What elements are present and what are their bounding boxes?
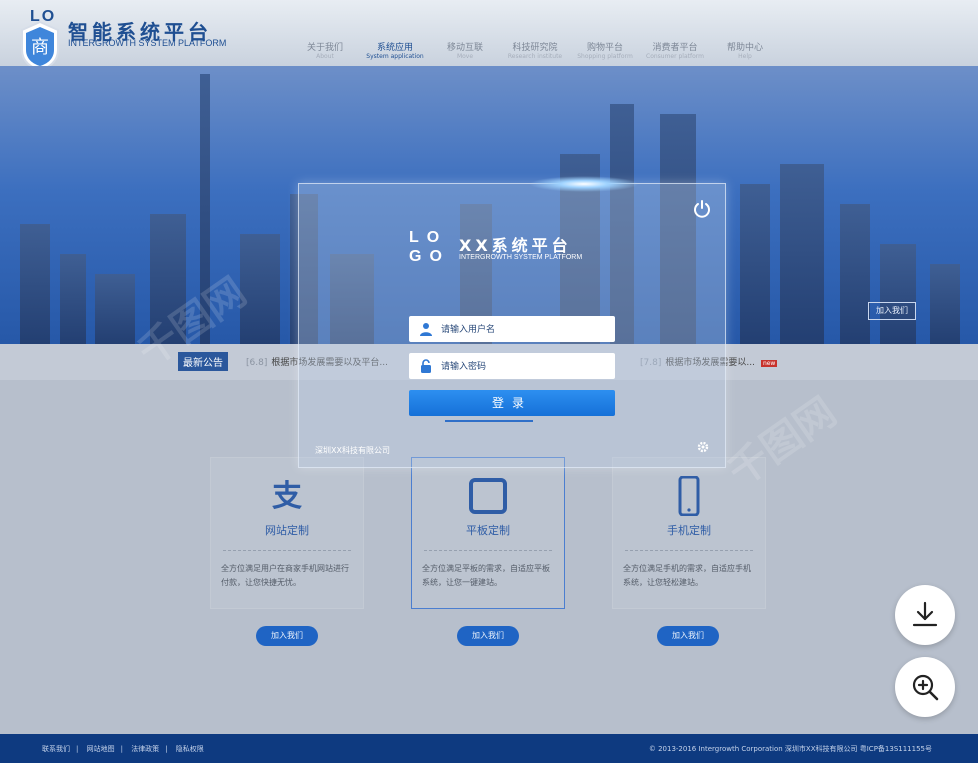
nav-label: 系统应用 <box>376 43 413 53</box>
user-icon <box>420 323 432 336</box>
card-title: 平板定制 <box>466 524 510 537</box>
nav-label: 购物平台 <box>586 43 623 53</box>
card-title: 网站定制 <box>265 524 309 537</box>
nav-label: 移动互联 <box>446 43 483 53</box>
nav-item-move[interactable]: 移动互联 Move <box>430 40 500 60</box>
logo-line-2: GO <box>409 248 450 265</box>
footer-link-legal[interactable]: 法律政策 <box>131 745 159 753</box>
brand-subtitle: INTERGROWTH SYSTEM PLATFORM <box>68 38 227 48</box>
nav-sublabel: About <box>316 53 334 60</box>
card-website: 支 网站定制 全方位满足用户在商家手机网站进行付款，让您快捷无忧。 <box>210 457 364 609</box>
copyright: © 2013-2016 Intergrowth Corporation 深圳市X… <box>648 745 932 753</box>
lock-icon <box>421 359 431 373</box>
logo-line-1: LO <box>409 229 448 246</box>
password-input[interactable] <box>439 357 611 377</box>
main-nav: 关于我们 About 系统应用 System application 移动互联 Mov… <box>290 40 780 60</box>
skyline-building <box>240 234 280 344</box>
card-description: 全方位满足平板的需求，自适应平板系统，让您一键建站。 <box>422 564 550 587</box>
join-button[interactable]: 加入我们 <box>657 626 719 646</box>
new-badge: new <box>760 360 778 367</box>
login-dialog: LO GO XX系统平台 INTERGROWTH SYSTEM PLATFORM … <box>298 176 726 468</box>
company-name: 深圳XX科技有限公司 <box>315 446 390 455</box>
card-tablet: 平板定制 全方位满足平板的需求，自适应平板系统，让您一键建站。 <box>411 457 565 609</box>
nav-label: 关于我们 <box>306 43 343 53</box>
notice-date: [6.8] <box>246 358 268 368</box>
footer-link-privacy[interactable]: 隐私权限 <box>176 745 204 753</box>
login-button[interactable]: 登录 <box>409 390 615 416</box>
footer-links: 联系我们 | 网站地图 | 法律政策 | 隐私权限 <box>42 744 210 754</box>
nav-item-system-application[interactable]: 系统应用 System application <box>360 40 430 60</box>
alipay-icon: 支 <box>272 479 302 514</box>
nav-item-consumer[interactable]: 消费者平台 Consumer platform <box>640 40 710 60</box>
nav-item-help[interactable]: 帮助中心 Help <box>710 40 780 60</box>
nav-label: 帮助中心 <box>726 43 763 53</box>
username-input[interactable] <box>439 320 611 340</box>
nav-sublabel: System application <box>366 53 424 60</box>
divider <box>424 550 552 551</box>
footer-link-sitemap[interactable]: 网站地图 <box>87 745 115 753</box>
gear-icon[interactable] <box>697 441 709 453</box>
nav-sublabel: Research institute <box>507 53 563 60</box>
svg-text:支: 支 <box>272 479 302 514</box>
download-icon <box>912 601 938 627</box>
light-glow <box>529 176 639 192</box>
login-underline <box>445 420 533 422</box>
footer-separator: | <box>165 745 168 753</box>
skyline-building <box>880 244 916 344</box>
nav-item-research[interactable]: 科技研究院 Research institute <box>500 40 570 60</box>
site-footer: 联系我们 | 网站地图 | 法律政策 | 隐私权限 © 2013-2016 Inter… <box>0 734 978 763</box>
skyline-building <box>20 224 50 344</box>
site-header: LO 商 智能系统平台 INTERGROWTH SYSTEM PLATFORM … <box>0 0 978 72</box>
footer-link-contact[interactable]: 联系我们 <box>42 745 70 753</box>
join-button[interactable]: 加入我们 <box>256 626 318 646</box>
hero-join-button[interactable]: 加入我们 <box>868 302 916 320</box>
username-field <box>409 316 615 342</box>
login-subtitle: INTERGROWTH SYSTEM PLATFORM <box>459 254 583 261</box>
nav-item-shopping[interactable]: 购物平台 Shopping platform <box>570 40 640 60</box>
power-icon[interactable] <box>692 199 712 219</box>
download-button[interactable] <box>895 585 955 645</box>
nav-label: 科技研究院 <box>512 43 558 53</box>
badge-char: 商 <box>31 37 49 58</box>
shield-badge-icon: 商 <box>21 20 59 72</box>
phone-icon <box>678 476 700 516</box>
join-button[interactable]: 加入我们 <box>457 626 519 646</box>
skyline-building <box>840 204 870 344</box>
nav-sublabel: Help <box>738 53 752 60</box>
nav-item-about[interactable]: 关于我们 About <box>290 40 360 60</box>
nav-sublabel: Shopping platform <box>577 53 633 60</box>
zoom-in-button[interactable] <box>895 657 955 717</box>
skyline-building <box>60 254 86 344</box>
skyline-building <box>930 264 960 344</box>
nav-sublabel: Consumer platform <box>646 53 704 60</box>
nav-sublabel: Move <box>456 53 474 60</box>
divider <box>223 550 351 551</box>
skyline-building <box>740 184 770 344</box>
password-field <box>409 353 615 379</box>
skyline-building <box>780 164 824 344</box>
zoom-in-icon <box>912 674 939 701</box>
nav-label: 消费者平台 <box>652 43 698 53</box>
footer-separator: | <box>120 745 123 753</box>
login-title: XX系统平台 <box>459 236 572 255</box>
footer-separator: | <box>76 745 79 753</box>
tablet-icon <box>469 478 507 514</box>
card-title: 手机定制 <box>667 524 711 537</box>
card-description: 全方位满足用户在商家手机网站进行付款，让您快捷无忧。 <box>221 564 349 587</box>
divider <box>625 550 753 551</box>
login-logo: LO GO <box>409 228 450 266</box>
card-description: 全方位满足手机的需求，自适应手机系统，让您轻松建站。 <box>623 564 751 587</box>
